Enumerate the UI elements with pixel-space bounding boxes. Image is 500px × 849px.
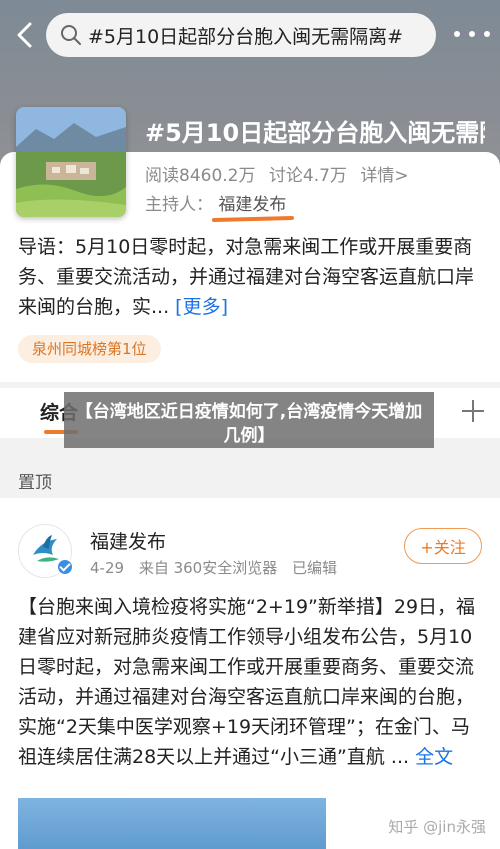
chevron-left-icon: [17, 22, 32, 48]
topic-intro: 导语：5月10日零时起，对急需来闽工作或开展重要商务、重要交流活动，并通过福建对…: [18, 232, 484, 322]
post-meta: 4-29 来自 360安全浏览器 已编辑: [90, 557, 347, 578]
post-body-text: 【台胞来闽入境检疫将实施“2+19”新举措】29日，福建省应对新冠肺炎疫情工作领…: [18, 596, 476, 768]
host-name: 福建发布: [218, 195, 287, 215]
back-button[interactable]: [10, 18, 40, 52]
topic-title: #5月10日起部分台胞入闽无需隔离#: [145, 119, 485, 147]
topic-stats: 阅读8460.2万 讨论4.7万 详情>: [145, 161, 417, 186]
post-date: 4-29: [90, 559, 125, 577]
follow-button[interactable]: +关注: [404, 528, 482, 564]
overlay-title: 【台湾地区近日疫情如何了,台湾疫情今天增加几例】: [75, 402, 423, 446]
top-bar: #5月10日起部分台胞入闽无需隔离#: [0, 0, 500, 70]
watermark: 知乎 @jin永强: [388, 818, 486, 836]
search-query: #5月10日起部分台胞入闽无需隔离#: [88, 25, 404, 48]
pinned-section: 置顶: [0, 448, 500, 498]
host-label: 主持人：: [145, 195, 213, 215]
search-bar[interactable]: #5月10日起部分台胞入闽无需隔离#: [46, 13, 436, 57]
intro-text: 5月10日零时起，对急需来闽工作或开展重要商务、重要交流活动，并通过福建对台海空…: [18, 236, 475, 318]
author-name[interactable]: 福建发布: [90, 527, 166, 554]
host-name-link[interactable]: 福建发布: [212, 195, 295, 223]
intro-more-link[interactable]: [更多]: [175, 296, 228, 318]
post-edited: 已编辑: [292, 559, 338, 577]
full-text-link[interactable]: 全文: [415, 746, 453, 768]
plus-icon[interactable]: [462, 400, 484, 422]
search-icon: [61, 25, 81, 45]
pinned-label: 置顶: [18, 473, 52, 493]
read-count: 阅读8460.2万: [145, 166, 256, 186]
intro-label: 导语：: [18, 236, 76, 258]
post-image[interactable]: [18, 798, 326, 849]
verified-badge-icon: [56, 558, 74, 576]
more-options-button[interactable]: [454, 24, 490, 44]
topic-cover-image: [16, 107, 126, 217]
details-link[interactable]: 详情>: [360, 166, 408, 186]
host-row: 主持人： 福建发布: [145, 190, 295, 223]
rank-badge[interactable]: 泉州同城榜第1位: [18, 335, 161, 363]
discussion-count: 讨论4.7万: [268, 166, 347, 186]
post-body[interactable]: 【台胞来闽入境检疫将实施“2+19”新举措】29日，福建省应对新冠肺炎疫情工作领…: [18, 592, 484, 772]
overlay-title-banner: 【台湾地区近日疫情如何了,台湾疫情今天增加几例】: [64, 392, 434, 456]
post-source: 来自 360安全浏览器: [138, 559, 278, 577]
more-dots-icon: [454, 31, 460, 37]
